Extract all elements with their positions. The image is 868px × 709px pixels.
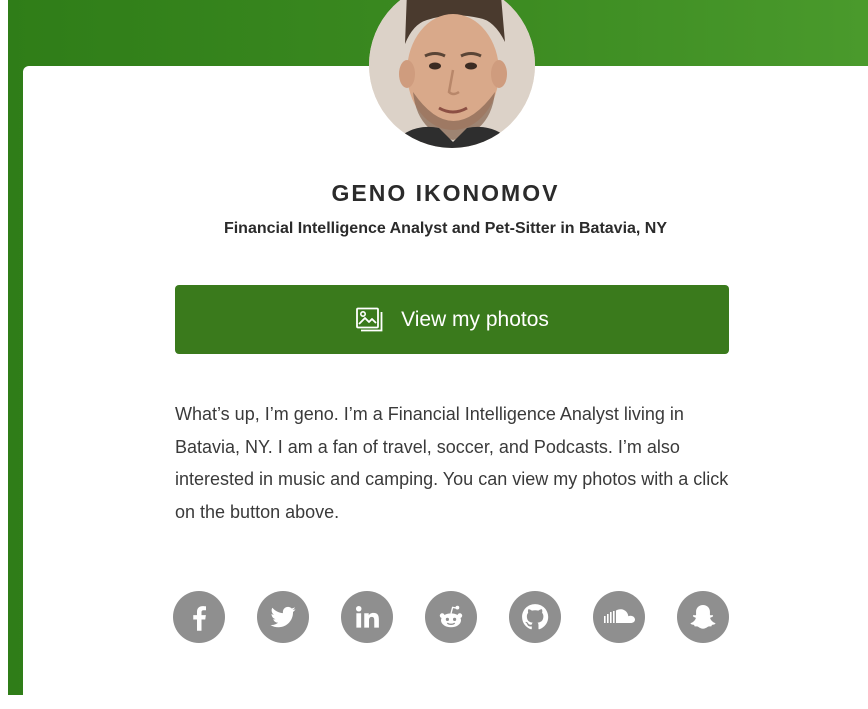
facebook-icon[interactable] <box>173 591 225 643</box>
view-photos-button[interactable]: View my photos <box>175 285 729 354</box>
bio-text: What’s up, I’m geno. I’m a Financial Int… <box>175 404 729 522</box>
profile-name: GENO IKONOMOV <box>331 180 560 206</box>
view-photos-label: View my photos <box>401 307 549 331</box>
twitter-icon[interactable] <box>257 591 309 643</box>
profile-subtitle: Financial Intelligence Analyst and Pet-S… <box>223 220 668 237</box>
snapchat-icon[interactable] <box>677 591 729 643</box>
github-icon[interactable] <box>509 591 561 643</box>
reddit-icon[interactable] <box>425 591 477 643</box>
photos-icon <box>355 307 385 333</box>
profile-page: GENO IKONOMOV Financial Intelligence Ana… <box>0 0 868 709</box>
linkedin-icon[interactable] <box>341 591 393 643</box>
social-links <box>173 591 729 643</box>
soundcloud-icon[interactable] <box>593 591 645 643</box>
